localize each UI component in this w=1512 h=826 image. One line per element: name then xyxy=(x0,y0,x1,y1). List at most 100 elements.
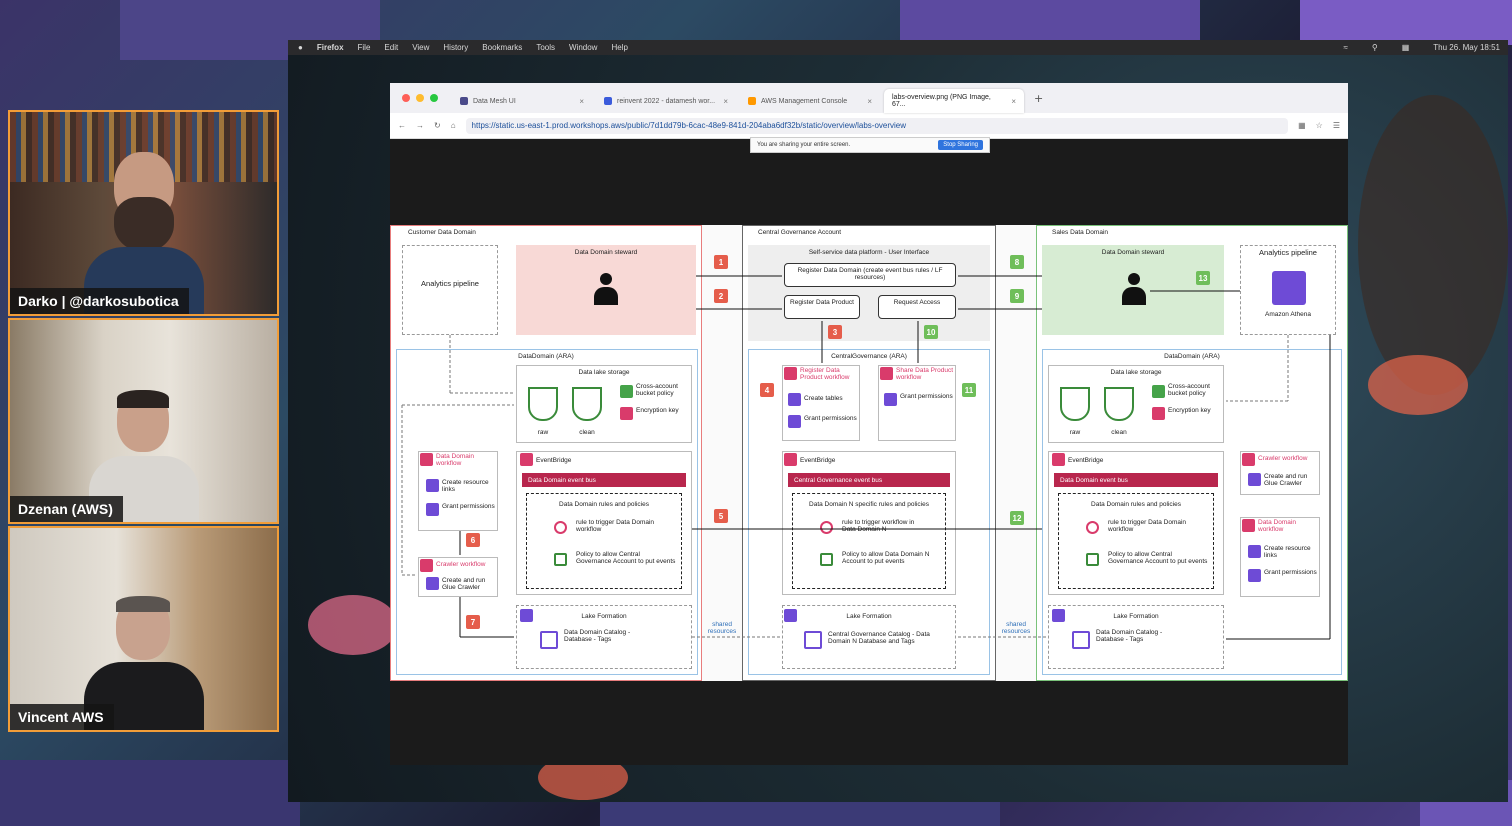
menu-icon[interactable]: ☰ xyxy=(1333,121,1340,130)
step-marker: 2 xyxy=(714,289,728,303)
desktop-wallpaper: Data Mesh UI × reinvent 2022 - datamesh … xyxy=(288,55,1508,802)
register-product-label: Register Data Product xyxy=(790,299,854,306)
menu-view[interactable]: View xyxy=(412,43,429,52)
eventbridge-label: EventBridge xyxy=(536,457,572,464)
participant-tile-darko[interactable]: Darko | @darkosubotica xyxy=(8,110,279,316)
sales-eventbus: Data Domain event bus xyxy=(1054,473,1218,487)
step-marker: 5 xyxy=(714,509,728,523)
step-marker: 10 xyxy=(924,325,938,339)
home-icon[interactable]: ⌂ xyxy=(451,121,456,130)
bucket-icon xyxy=(1060,387,1090,421)
menu-window[interactable]: Window xyxy=(569,43,597,52)
step-marker: 13 xyxy=(1196,271,1210,285)
tab-title: labs-overview.png (PNG Image, 67... xyxy=(892,94,991,108)
url-field[interactable]: https://static.us-east-1.prod.workshops.… xyxy=(465,117,1289,134)
bookmark-star-icon[interactable]: ☆ xyxy=(1316,121,1323,130)
tab-favicon xyxy=(748,97,756,105)
customer-workflow-label: Data Domain workflow xyxy=(436,453,474,468)
extensions-icon[interactable]: ▦ xyxy=(1298,121,1306,130)
lambda-icon xyxy=(1248,569,1261,582)
close-window-button[interactable] xyxy=(402,94,410,102)
athena-icon xyxy=(1272,271,1306,305)
forward-icon[interactable]: → xyxy=(416,121,424,130)
workflow-icon xyxy=(784,367,797,380)
menu-tools[interactable]: Tools xyxy=(536,43,555,52)
crawler-label: Crawler workflow xyxy=(436,561,486,568)
step-marker: 9 xyxy=(1010,289,1024,303)
central-lake-label: Lake Formation xyxy=(846,613,892,620)
sales-crawler-run: Create and run Glue Crawler xyxy=(1264,473,1308,488)
browser-tab[interactable]: reinvent 2022 - datamesh wor... × xyxy=(596,89,736,113)
lambda-icon xyxy=(1248,545,1261,558)
browser-tab[interactable]: AWS Management Console × xyxy=(740,89,880,113)
eventbridge-icon xyxy=(1052,453,1065,466)
customer-eventbus: Data Domain event bus xyxy=(522,473,686,487)
crawler-run-label: Create and run Glue Crawler xyxy=(442,577,486,592)
stop-sharing-button[interactable]: Stop Sharing xyxy=(938,140,983,150)
sales-lake-label: Lake Formation xyxy=(1113,613,1159,620)
bucket-icon xyxy=(528,387,558,421)
sales-rules-label: Data Domain rules and policies xyxy=(1091,501,1181,508)
participant-tile-dzenan[interactable]: Dzenan (AWS) xyxy=(8,318,279,524)
lake-label: Lake Formation xyxy=(581,613,627,620)
customer-analytics-box xyxy=(402,245,498,335)
minimize-window-button[interactable] xyxy=(416,94,424,102)
menu-file[interactable]: File xyxy=(358,43,371,52)
participant-tile-vincent[interactable]: Vincent AWS xyxy=(8,526,279,732)
sales-account-label: DataDomain (ARA) xyxy=(1164,353,1220,360)
reload-icon[interactable]: ↻ xyxy=(434,121,441,130)
maximize-window-button[interactable] xyxy=(430,94,438,102)
menu-help[interactable]: Help xyxy=(611,43,627,52)
customer-policy: Policy to allow Central Governance Accou… xyxy=(576,551,676,566)
bucket-policy-icon xyxy=(1152,385,1165,398)
central-catalog-label: Central Governance Catalog - Data Domain… xyxy=(828,631,930,646)
back-icon[interactable]: ← xyxy=(398,121,406,130)
encryption-key-icon xyxy=(1152,407,1165,420)
central-account-label: CentralGovernance (ARA) xyxy=(831,353,907,360)
apple-icon[interactable]: ● xyxy=(298,43,303,52)
close-tab-icon[interactable]: × xyxy=(579,97,584,106)
central-grant-label: Grant permissions xyxy=(804,415,857,422)
catalog-icon xyxy=(1072,631,1090,649)
close-tab-icon[interactable]: × xyxy=(723,97,728,106)
reg-workflow-label: Register Data Product workflow xyxy=(800,367,850,382)
request-access-label: Request Access xyxy=(893,299,941,306)
control-center-icon[interactable]: ▦ xyxy=(1402,43,1410,52)
window-controls xyxy=(402,94,438,102)
clean-label: clean xyxy=(579,429,595,436)
clock[interactable]: Thu 26. May 18:51 xyxy=(1433,43,1500,52)
glue-icon xyxy=(426,577,439,590)
menu-history[interactable]: History xyxy=(443,43,468,52)
app-menu[interactable]: Firefox xyxy=(317,43,344,52)
customer-account-label: DataDomain (ARA) xyxy=(518,353,574,360)
tab-strip: Data Mesh UI × reinvent 2022 - datamesh … xyxy=(390,83,1348,113)
tab-favicon xyxy=(460,97,468,105)
participant-name: Vincent AWS xyxy=(10,704,114,730)
eventbridge-label: EventBridge xyxy=(1068,457,1104,464)
raw-label: raw xyxy=(537,429,549,436)
policy-icon xyxy=(1086,553,1099,566)
new-tab-button[interactable]: + xyxy=(1034,92,1043,105)
share-workflow-label: Share Data Product workflow xyxy=(896,367,954,382)
glue-icon xyxy=(1248,473,1261,486)
close-tab-icon[interactable]: × xyxy=(1011,97,1016,106)
page-content: Customer Data Domain Analytics pipeline … xyxy=(390,139,1348,765)
lambda-icon xyxy=(884,393,897,406)
menu-edit[interactable]: Edit xyxy=(384,43,398,52)
bucket-policy-icon xyxy=(620,385,633,398)
workflow-icon xyxy=(1242,519,1255,532)
customer-storage-label: Data lake storage xyxy=(578,369,630,376)
browser-tab-active[interactable]: labs-overview.png (PNG Image, 67... × xyxy=(884,89,1024,113)
browser-tab[interactable]: Data Mesh UI × xyxy=(452,89,592,113)
central-title: Central Governance Account xyxy=(758,229,842,236)
close-tab-icon[interactable]: × xyxy=(867,97,872,106)
central-rules-label: Data Domain N specific rules and policie… xyxy=(809,501,929,508)
firefox-window: Data Mesh UI × reinvent 2022 - datamesh … xyxy=(390,83,1348,765)
lambda-icon xyxy=(426,503,439,516)
wifi-icon[interactable]: ≈ xyxy=(1343,43,1347,52)
menu-bookmarks[interactable]: Bookmarks xyxy=(482,43,522,52)
raw-label: raw xyxy=(1069,429,1081,436)
architecture-diagram: Customer Data Domain Analytics pipeline … xyxy=(390,225,1348,681)
search-icon[interactable]: ⚲ xyxy=(1372,43,1378,52)
workflow-icon xyxy=(420,453,433,466)
